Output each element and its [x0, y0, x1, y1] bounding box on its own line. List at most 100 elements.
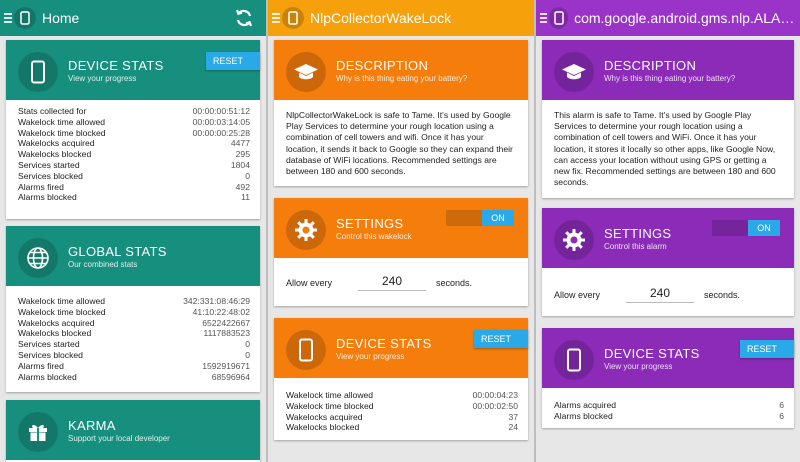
- reset-button[interactable]: RESET: [474, 330, 528, 348]
- stat-value: 0: [245, 349, 250, 360]
- app-logo-icon[interactable]: [548, 7, 569, 29]
- interval-input[interactable]: 240: [358, 274, 427, 291]
- card-subtitle: View your progress: [68, 74, 137, 83]
- card-subtitle: Control this alarm: [604, 242, 667, 251]
- stat-value: 0: [245, 170, 250, 181]
- menu-icon[interactable]: [272, 13, 280, 23]
- karma-card[interactable]: KARMA Support your local developer: [6, 400, 260, 462]
- stat-row: Wakelock time allowed 00:00:03:14:05: [18, 117, 250, 128]
- card-header: DESCRIPTION Why is this thing eating you…: [274, 40, 528, 100]
- enable-toggle[interactable]: ON: [446, 210, 514, 226]
- stat-value: 00:00:03:14:05: [192, 116, 250, 127]
- reset-button[interactable]: RESET: [740, 340, 794, 358]
- stat-value: 492: [235, 181, 250, 192]
- card-title: KARMA: [68, 418, 116, 433]
- stat-label: Services blocked: [18, 170, 83, 181]
- device-stats-card: DEVICE STATS View your progress RESET Al…: [542, 328, 794, 428]
- stat-label: Alarms fired: [18, 360, 64, 371]
- device-stats-card: DEVICE STATS View your progress RESET Wa…: [274, 318, 528, 440]
- allow-row: Allow every 240 seconds.: [274, 258, 528, 301]
- stat-label: Wakelocks blocked: [286, 422, 360, 433]
- stat-value: 6: [779, 410, 784, 421]
- card-subtitle: View your progress: [604, 362, 673, 371]
- stat-value: 00:00:00:51:12: [192, 106, 250, 116]
- refresh-icon[interactable]: [234, 8, 254, 28]
- home-screen: Home DEVICE STATS View your progress RES…: [0, 0, 266, 462]
- stat-row: Services blocked 0: [18, 171, 250, 182]
- stat-value: 342:331:08:46:29: [183, 296, 250, 306]
- stat-label: Wakelock time allowed: [286, 390, 374, 400]
- card-title: DESCRIPTION: [336, 58, 429, 73]
- stat-row: Wakelocks acquired 6522422667: [18, 318, 250, 329]
- toggle-track: [446, 210, 482, 226]
- screen-title: com.google.android.gms.nlp.ALARM_W...: [574, 10, 800, 26]
- stat-row: Wakelocks acquired 4477: [18, 138, 250, 149]
- description-text: This alarm is safe to Tame. It's used by…: [554, 110, 776, 188]
- gear-icon: [286, 210, 326, 250]
- stat-row: Wakelock time allowed 00:00:04:23: [286, 390, 518, 401]
- stat-label: Wakelock time blocked: [18, 127, 106, 138]
- stat-value: 4477: [230, 138, 250, 149]
- stat-row: Alarms blocked 11: [18, 192, 250, 203]
- interval-input[interactable]: 240: [626, 286, 695, 303]
- stat-value: 11: [241, 192, 250, 203]
- stat-value: 41:10:22:48:02: [192, 306, 250, 317]
- enable-toggle[interactable]: ON: [712, 220, 780, 236]
- card-header: DEVICE STATS View your progress RESET: [542, 328, 794, 388]
- stat-label: Services started: [18, 339, 80, 350]
- alarm-screen: com.google.android.gms.nlp.ALARM_W... DE…: [536, 0, 800, 462]
- toggle-on-label: ON: [748, 220, 780, 236]
- menu-icon[interactable]: [540, 13, 547, 23]
- global-stats-card: GLOBAL STATS Our combined stats Wakelock…: [6, 226, 260, 392]
- stat-label: Alarms fired: [18, 181, 64, 192]
- phone-icon: [18, 52, 58, 92]
- card-title: SETTINGS: [604, 226, 672, 241]
- card-subtitle: Our combined stats: [68, 260, 138, 269]
- graduation-cap-icon: [554, 52, 594, 92]
- stat-row: Wakelock time blocked 41:10:22:48:02: [18, 307, 250, 318]
- stat-label: Alarms blocked: [18, 192, 77, 203]
- stat-value: 37: [508, 411, 518, 422]
- device-stats-card: DEVICE STATS View your progress RESET St…: [6, 40, 260, 219]
- screens: Home DEVICE STATS View your progress RES…: [0, 0, 800, 462]
- menu-icon[interactable]: [4, 13, 12, 23]
- card-header: SETTINGS Control this wakelock ON: [274, 198, 528, 258]
- card-title: DEVICE STATS: [68, 58, 164, 73]
- app-bar: Home: [0, 0, 266, 36]
- allow-label: Allow every: [286, 277, 333, 288]
- graduation-cap-icon: [286, 52, 326, 92]
- app-logo-icon[interactable]: [14, 7, 36, 29]
- stat-label: Services blocked: [18, 349, 83, 360]
- stat-row: Wakelock time blocked 00:00:00:25:28: [18, 128, 250, 139]
- card-title: GLOBAL STATS: [68, 244, 167, 259]
- stat-label: Wakelocks acquired: [18, 317, 95, 328]
- stat-value: 295: [235, 149, 250, 160]
- stat-value: 1117883523: [203, 328, 250, 339]
- stat-label: Wakelocks acquired: [286, 411, 363, 422]
- card-header: SETTINGS Control this alarm ON: [542, 208, 794, 268]
- app-logo-icon[interactable]: [282, 7, 304, 29]
- app-bar: com.google.android.gms.nlp.ALARM_W...: [536, 0, 800, 36]
- stat-label: Wakelock time allowed: [18, 296, 106, 306]
- stats-list: Stats collected for 00:00:00:51:12 Wakelo…: [6, 100, 260, 207]
- card-header: DEVICE STATS View your progress RESET: [274, 318, 528, 378]
- stats-list: Alarms acquired 6 Alarms blocked 6: [542, 388, 794, 426]
- stat-row: Wakelock time allowed 342:331:08:46:29: [18, 296, 250, 307]
- gift-icon: [18, 412, 58, 452]
- stat-value: 6522422667: [202, 317, 250, 328]
- stat-label: Alarms blocked: [554, 410, 613, 421]
- stat-value: 6: [779, 400, 784, 410]
- description-card: DESCRIPTION Why is this thing eating you…: [542, 40, 794, 198]
- settings-card: SETTINGS Control this alarm ON Allow eve…: [542, 208, 794, 316]
- stat-row: Wakelocks blocked 1117883523: [18, 328, 250, 339]
- stat-row: Alarms blocked 6: [554, 411, 784, 422]
- reset-button[interactable]: RESET: [206, 52, 260, 70]
- stat-row: Services started 0: [18, 339, 250, 350]
- stat-row: Wakelock time blocked 00:00:02:50: [286, 401, 518, 412]
- stat-value: 0: [245, 339, 250, 350]
- stat-row: Services started 1804: [18, 160, 250, 171]
- card-title: DESCRIPTION: [604, 58, 697, 73]
- toggle-on-label: ON: [482, 210, 514, 226]
- stat-row: Wakelocks acquired 37: [286, 412, 518, 423]
- stat-value: 00:00:04:23: [472, 390, 518, 400]
